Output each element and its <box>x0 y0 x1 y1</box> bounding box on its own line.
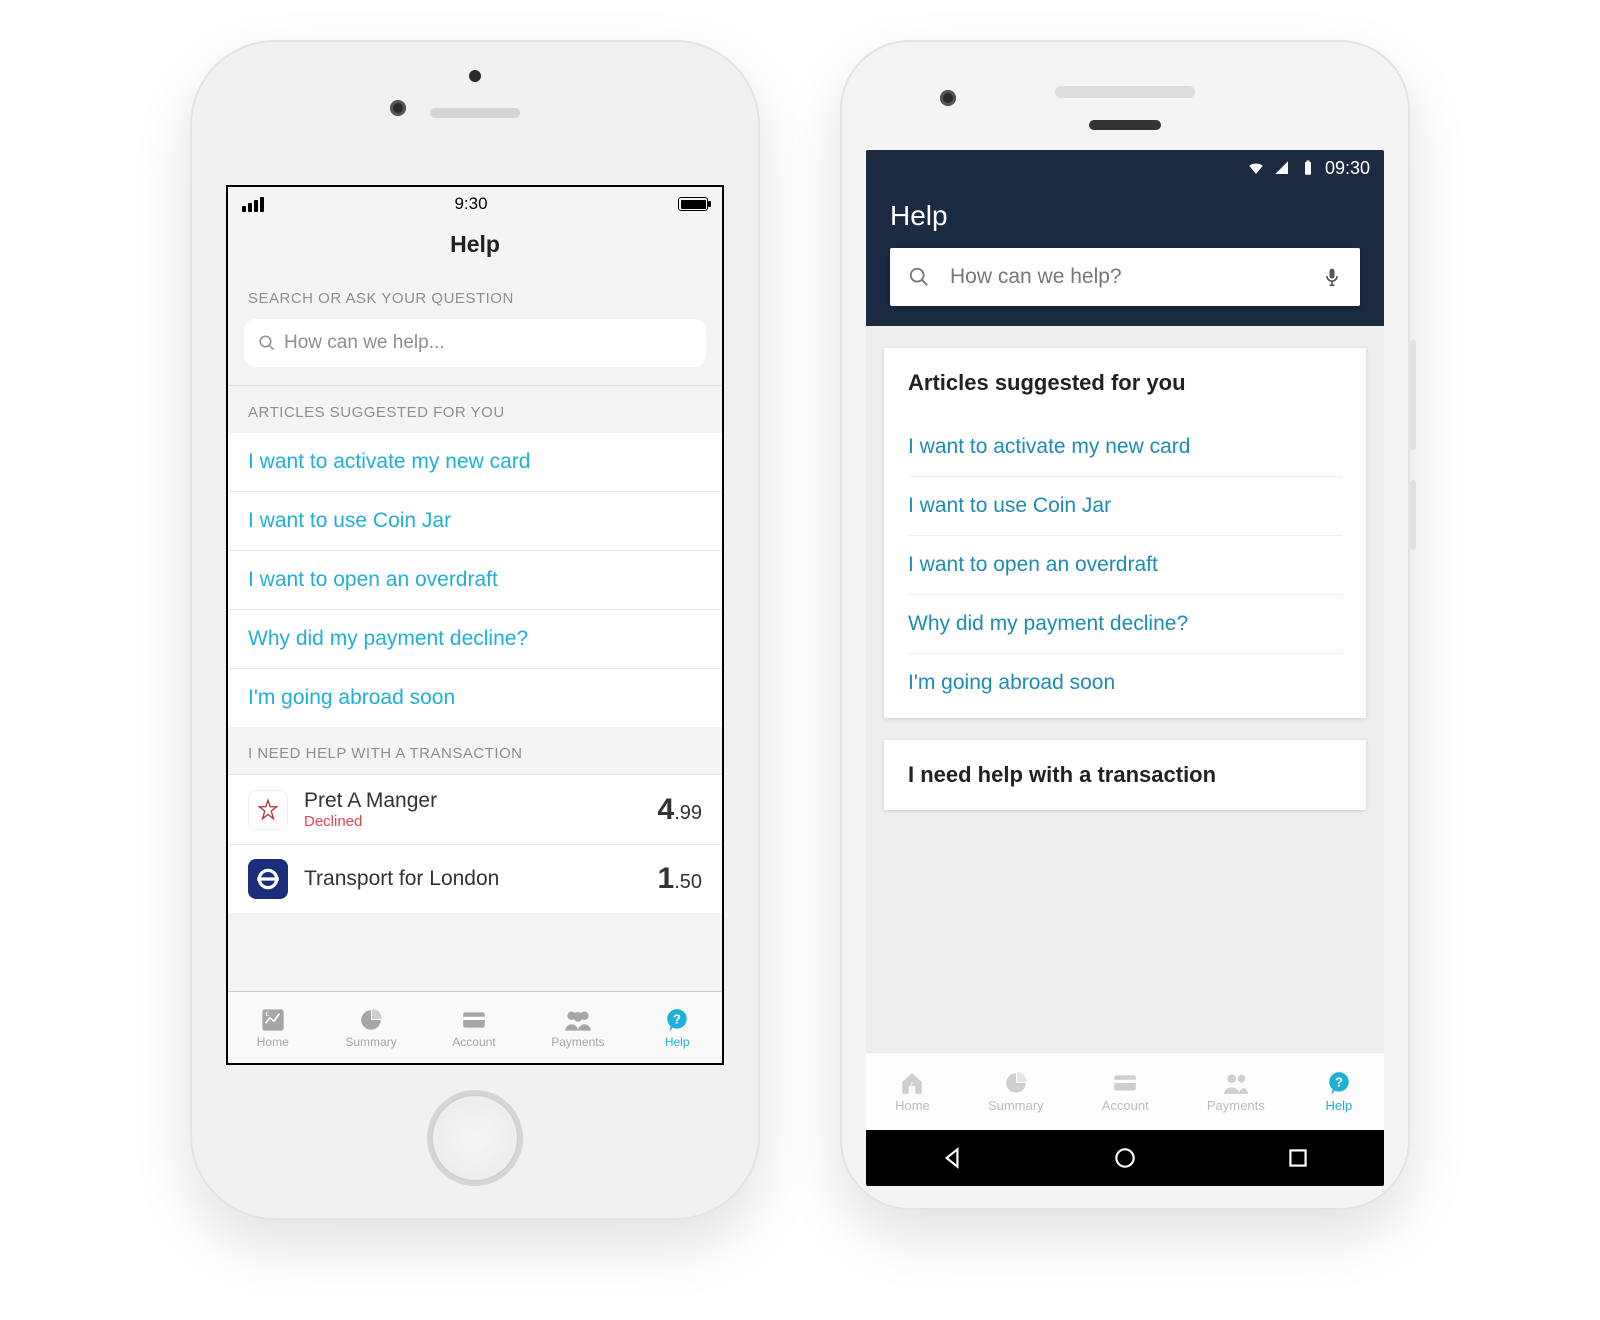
search-icon <box>908 266 930 288</box>
transaction-status: Declined <box>304 813 642 830</box>
search-input[interactable]: How can we help? <box>890 248 1360 306</box>
tab-payments[interactable]: Payments <box>551 1007 604 1049</box>
pixel-speaker-grille <box>1089 120 1161 130</box>
article-link[interactable]: I'm going abroad soon <box>908 653 1342 712</box>
pixel-earpiece <box>1055 86 1195 98</box>
android-status-bar: 09:30 <box>866 150 1384 186</box>
tab-payments[interactable]: Payments <box>1207 1070 1265 1113</box>
help-bubble-icon: ? <box>1323 1070 1355 1096</box>
ios-screen: 9:30 Help SEARCH OR ASK YOUR QUESTION Ho… <box>226 185 724 1065</box>
tab-help[interactable]: ? Help <box>1323 1070 1355 1113</box>
articles-section-label: Articles suggested for you <box>908 370 1342 396</box>
ios-tab-bar: £ Home Summary Account Payments ? Help <box>228 991 722 1063</box>
iphone-front-camera <box>390 100 406 116</box>
transactions-card: I need help with a transaction <box>884 740 1366 810</box>
android-content: Articles suggested for you I want to act… <box>866 326 1384 1052</box>
transaction-row[interactable]: Pret A Manger Declined 4.99 <box>228 774 722 844</box>
suggested-articles-list: I want to activate my new card I want to… <box>228 433 722 727</box>
cellular-signal-icon <box>1273 159 1291 177</box>
android-app-bar: Help How can we help? <box>866 186 1384 326</box>
android-tab-bar: £ Home Summary Account Payments ? Help <box>866 1052 1384 1130</box>
articles-section-label: ARTICLES SUGGESTED FOR YOU <box>228 386 722 433</box>
ios-status-time: 9:30 <box>454 194 487 214</box>
home-report-icon: £ <box>256 1007 290 1033</box>
pret-icon <box>248 790 288 830</box>
pixel-power-button <box>1410 480 1416 550</box>
help-bubble-icon: ? <box>660 1007 694 1033</box>
people-icon <box>561 1007 595 1033</box>
search-input[interactable]: How can we help... <box>244 319 706 367</box>
pixel-front-camera <box>940 90 956 106</box>
pie-chart-icon <box>1000 1070 1032 1096</box>
pixel-device-frame: 09:30 Help How can we help? Articles sug… <box>840 40 1410 1210</box>
search-icon <box>258 334 276 352</box>
page-title: Help <box>890 200 1360 232</box>
transaction-row[interactable]: Transport for London 1.50 <box>228 844 722 913</box>
article-link[interactable]: I want to activate my new card <box>228 433 722 491</box>
article-link[interactable]: Why did my payment decline? <box>228 609 722 668</box>
transactions-section-label: I need help with a transaction <box>908 762 1342 788</box>
transaction-merchant: Transport for London <box>304 867 642 891</box>
iphone-device-frame: 9:30 Help SEARCH OR ASK YOUR QUESTION Ho… <box>190 40 760 1220</box>
tab-account[interactable]: Account <box>1102 1070 1149 1113</box>
suggested-articles-card: Articles suggested for you I want to act… <box>884 348 1366 718</box>
article-link[interactable]: I'm going abroad soon <box>228 668 722 727</box>
svg-text:£: £ <box>910 1080 915 1090</box>
card-icon <box>457 1007 491 1033</box>
pie-chart-icon <box>354 1007 388 1033</box>
article-link[interactable]: Why did my payment decline? <box>908 594 1342 653</box>
android-status-time: 09:30 <box>1325 158 1370 179</box>
nav-home-icon[interactable] <box>1112 1145 1138 1171</box>
tab-summary[interactable]: Summary <box>345 1007 396 1049</box>
page-title: Help <box>228 221 722 272</box>
tab-home[interactable]: £ Home <box>895 1070 930 1113</box>
search-placeholder: How can we help? <box>950 265 1122 289</box>
transaction-amount: 1.50 <box>658 862 703 896</box>
pixel-volume-button <box>1410 340 1416 450</box>
android-system-nav <box>866 1130 1384 1186</box>
article-link[interactable]: I want to open an overdraft <box>228 550 722 609</box>
tab-help[interactable]: ? Help <box>660 1007 694 1049</box>
tfl-icon <box>248 859 288 899</box>
people-icon <box>1220 1070 1252 1096</box>
android-screen: 09:30 Help How can we help? Articles sug… <box>866 150 1384 1186</box>
iphone-sensor-dot <box>469 70 481 82</box>
search-placeholder: How can we help... <box>284 332 445 354</box>
iphone-home-button[interactable] <box>431 1094 519 1182</box>
tab-summary[interactable]: Summary <box>988 1070 1044 1113</box>
wifi-icon <box>1247 159 1265 177</box>
nav-back-icon[interactable] <box>939 1145 965 1171</box>
battery-icon <box>1299 159 1317 177</box>
article-link[interactable]: I want to activate my new card <box>908 418 1342 476</box>
transaction-amount: 4.99 <box>658 793 703 827</box>
nav-recents-icon[interactable] <box>1285 1145 1311 1171</box>
transactions-section-label: I NEED HELP WITH A TRANSACTION <box>228 727 722 774</box>
article-link[interactable]: I want to use Coin Jar <box>228 491 722 550</box>
microphone-icon[interactable] <box>1322 266 1342 288</box>
tab-account[interactable]: Account <box>452 1007 495 1049</box>
tab-home[interactable]: £ Home <box>256 1007 290 1049</box>
transaction-merchant: Pret A Manger <box>304 789 642 813</box>
article-link[interactable]: I want to use Coin Jar <box>908 476 1342 535</box>
svg-text:?: ? <box>1335 1074 1343 1089</box>
home-icon: £ <box>896 1070 928 1096</box>
ios-status-bar: 9:30 <box>228 187 722 221</box>
search-section-label: SEARCH OR ASK YOUR QUESTION <box>228 272 722 319</box>
svg-text:?: ? <box>673 1011 681 1026</box>
cellular-signal-icon <box>242 197 264 212</box>
card-icon <box>1109 1070 1141 1096</box>
svg-text:£: £ <box>265 1010 269 1017</box>
battery-icon <box>678 197 708 211</box>
article-link[interactable]: I want to open an overdraft <box>908 535 1342 594</box>
